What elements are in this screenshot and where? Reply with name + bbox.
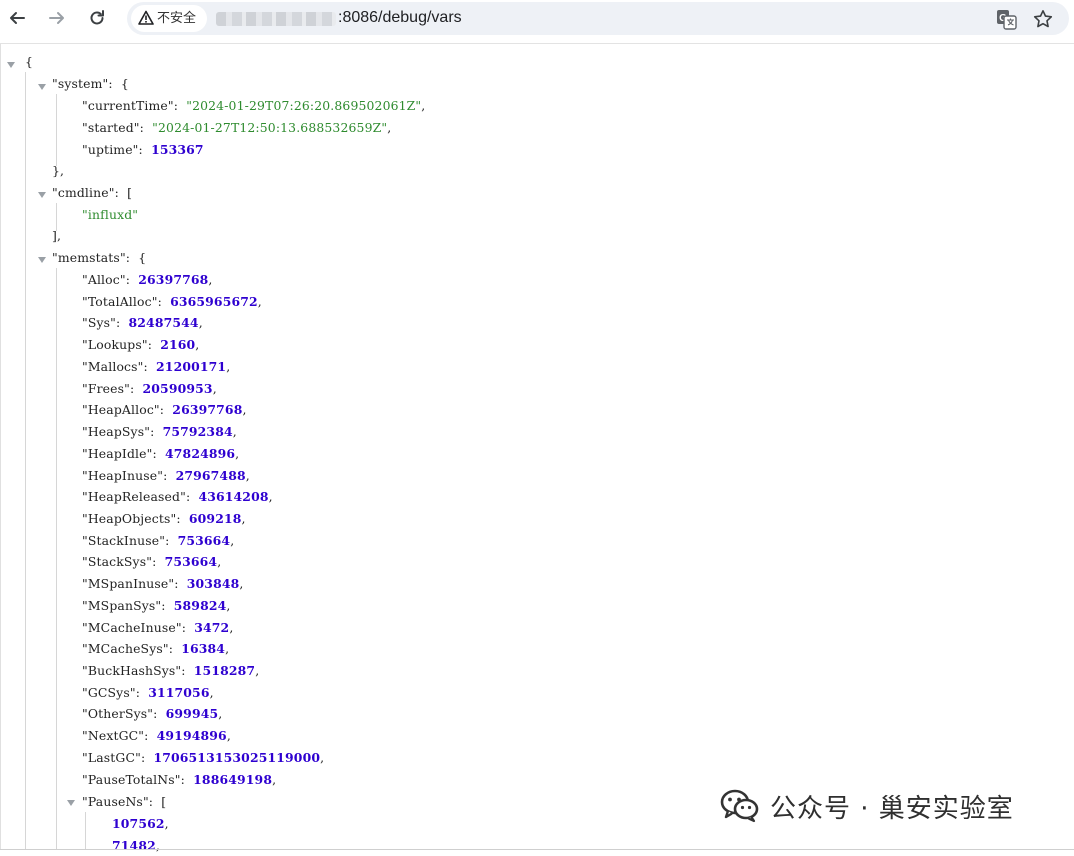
json-key-memstats: "memstats": { <box>52 250 147 265</box>
json-key-system: "system": { <box>52 76 129 91</box>
json-memstats-field: "Lookups": 2160, <box>82 337 200 353</box>
json-memstats-field: "Sys": 82487544, <box>82 315 203 331</box>
json-memstats-field: "GCSys": 3117056, <box>82 684 214 700</box>
json-memstats-field: "LastGC": 1706513153025119000, <box>82 749 325 765</box>
browser-toolbar: 不安全 :8086/debug/vars G <box>0 0 1074 38</box>
forward-button[interactable] <box>44 5 70 31</box>
json-memstats-field: "StackInuse": 753664, <box>82 532 235 548</box>
arrow-right-icon <box>49 12 64 24</box>
wechat-icon <box>720 789 759 823</box>
json-pausens-item: 71482, <box>112 838 160 853</box>
json-memstats-field: "HeapSys": 75792384, <box>82 424 237 439</box>
json-memstats-field: "HeapInuse": 27967488, <box>82 467 250 483</box>
indent-guide-root <box>25 72 26 850</box>
url-path[interactable]: :8086/debug/vars <box>338 8 462 28</box>
redacted-host <box>216 12 336 26</box>
json-root-open: { <box>25 54 34 69</box>
toggle-system[interactable] <box>38 84 46 90</box>
json-memstats-field: "TotalAlloc": 6365965672, <box>82 293 262 309</box>
json-system-close: }, <box>52 163 65 178</box>
json-memstats-field: "Alloc": 26397768, <box>82 272 213 287</box>
security-label: 不安全 <box>157 10 197 25</box>
indent-guide-memstats <box>56 268 57 850</box>
warning-icon <box>138 10 154 25</box>
json-field-uptime: "uptime": 153367 <box>82 142 204 157</box>
json-pausens-item: 107562, <box>112 816 169 831</box>
back-button[interactable] <box>4 5 30 31</box>
json-memstats-field: "HeapAlloc": 26397768, <box>82 402 247 418</box>
wechat-watermark: 公众号 · 巢安实验室 <box>720 786 1014 826</box>
json-memstats-field: "OtherSys": 699945, <box>82 706 223 722</box>
toggle-pausens[interactable] <box>67 800 75 806</box>
json-field-started: "started": "2024-01-27T12:50:13.68853265… <box>82 120 392 135</box>
indent-guide-pausens <box>85 812 86 850</box>
star-icon <box>1033 10 1053 28</box>
viewer-left-border <box>0 44 1 850</box>
json-cmdline-close: ], <box>52 228 62 243</box>
bookmark-button[interactable] <box>1032 8 1054 30</box>
indent-guide-system <box>56 94 57 166</box>
reload-button[interactable] <box>84 5 110 31</box>
translate-button[interactable]: G <box>995 8 1017 30</box>
watermark-text: 公众号 · 巢安实验室 <box>770 793 1014 824</box>
toggle-memstats[interactable] <box>38 257 46 263</box>
json-key-pausens: "PauseNs": [ <box>82 794 167 809</box>
json-memstats-field: "MSpanSys": 589824, <box>82 597 231 613</box>
json-memstats-field: "HeapObjects": 609218, <box>82 510 246 526</box>
json-memstats-field: "HeapReleased": 43614208, <box>82 489 273 505</box>
arrow-left-icon <box>10 12 25 24</box>
json-memstats-field: "BuckHashSys": 1518287, <box>82 663 260 678</box>
toggle-root[interactable] <box>7 62 15 68</box>
json-memstats-field: "StackSys": 753664, <box>82 554 222 570</box>
translate-icon: G <box>996 9 1017 30</box>
json-memstats-field: "MCacheInuse": 3472, <box>82 619 234 635</box>
json-memstats-field: "MCacheSys": 16384, <box>82 641 230 657</box>
json-memstats-field: "NextGC": 49194896, <box>82 728 231 744</box>
reload-icon <box>90 10 104 25</box>
json-memstats-field: "HeapIdle": 47824896, <box>82 445 240 461</box>
json-memstats-field: "Frees": 20590953, <box>82 380 217 396</box>
json-cmdline-item: "influxd" <box>82 207 139 222</box>
json-memstats-field: "MSpanInuse": 303848, <box>82 576 244 592</box>
json-memstats-field: "Mallocs": 21200171, <box>82 358 231 374</box>
json-memstats-field: "PauseTotalNs": 188649198, <box>82 771 277 787</box>
toggle-cmdline[interactable] <box>38 192 46 198</box>
json-key-cmdline: "cmdline": [ <box>52 185 133 200</box>
json-field-currenttime: "currentTime": "2024-01-29T07:26:20.8695… <box>82 98 426 113</box>
